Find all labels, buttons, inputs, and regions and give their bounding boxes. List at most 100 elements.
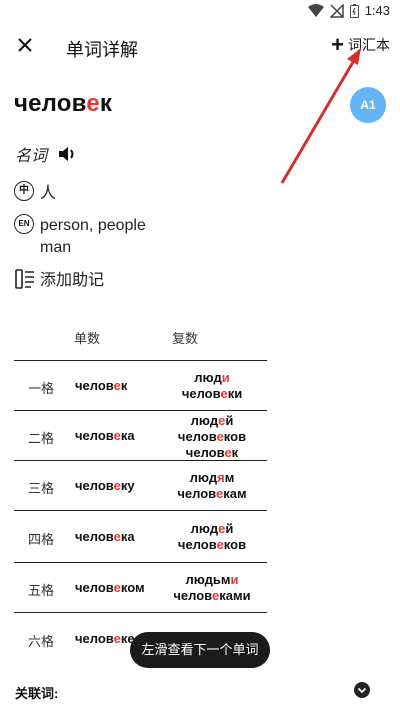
wifi-icon: [307, 3, 324, 17]
word-part: м: [224, 470, 235, 485]
plural-forms: людям человекам: [172, 470, 252, 502]
word-part: челов: [173, 588, 213, 603]
plural-form: людей: [172, 413, 252, 429]
word-part: к: [231, 445, 239, 460]
word-part: челов: [75, 580, 114, 595]
part-of-speech-row: 名词: [15, 142, 77, 166]
headword-stress: е: [86, 90, 100, 117]
stress-letter: е: [113, 478, 121, 493]
singular-form: человек: [75, 378, 127, 393]
word-part: ка: [120, 529, 135, 544]
swipe-hint-toast: 左滑查看下一个单词: [130, 632, 270, 668]
word-part: челов: [177, 537, 217, 552]
declension-header: 单数 复数: [14, 322, 267, 360]
declension-row: 二格 человека людей человеков человек: [14, 410, 267, 460]
singular-form: человеке: [75, 631, 135, 646]
plural-form: людей: [172, 521, 252, 537]
gender-meaning: 人: [40, 185, 57, 202]
speaker-icon[interactable]: [57, 145, 77, 163]
note-edit-icon[interactable]: [14, 268, 36, 290]
word-part: люд: [190, 413, 219, 428]
plural-form: человек: [172, 445, 252, 461]
word-part: челов: [75, 378, 114, 393]
word-part: ками: [219, 588, 251, 603]
word-part: челов: [177, 486, 217, 501]
singular-form: человека: [75, 428, 135, 443]
close-icon[interactable]: [14, 34, 36, 56]
word-part: челов: [177, 429, 217, 444]
word-part: й: [225, 413, 234, 428]
word-part: челов: [75, 529, 114, 544]
case-label: 四格: [28, 532, 55, 547]
translation-row: EN: [14, 214, 34, 234]
declension-row: 四格 человека людей человеков: [14, 510, 267, 562]
page-title: 单词详解: [66, 40, 138, 60]
plural-form: люди: [172, 370, 252, 386]
stress-letter: и: [221, 370, 230, 385]
stress-letter: и: [230, 572, 239, 587]
word-part: ку: [120, 478, 135, 493]
word-part: й: [225, 521, 234, 536]
word-part: люд: [189, 470, 218, 485]
word-part: к: [120, 378, 128, 393]
stress-letter: е: [113, 428, 121, 443]
status-icons: 1:43: [307, 3, 390, 18]
case-label: 二格: [28, 431, 55, 446]
case-label: 三格: [28, 481, 55, 496]
plural-form: человеков: [172, 537, 252, 553]
plural-form: человекам: [172, 486, 252, 502]
stress-letter: е: [113, 631, 121, 646]
word-part: ков: [223, 429, 247, 444]
no-signal-icon: [329, 3, 344, 18]
status-bar: 1:43: [0, 0, 400, 24]
header-singular: 单数: [74, 331, 101, 346]
word-part: челов: [75, 478, 114, 493]
stress-letter: е: [113, 529, 121, 544]
expand-icon[interactable]: [354, 682, 370, 698]
word-part: ков: [223, 537, 247, 552]
case-label: 六格: [28, 634, 55, 649]
add-to-vocabulary-button[interactable]: + 词汇本: [331, 32, 390, 57]
headword-part: челов: [14, 90, 87, 117]
declension-row: 五格 человеком людьми человеками: [14, 562, 267, 612]
plural-forms: людей человеков: [172, 521, 252, 553]
part-of-speech: 名词: [15, 148, 48, 165]
word-part: челов: [181, 386, 221, 401]
plural-form: человеков: [172, 429, 252, 445]
stress-letter: е: [113, 580, 121, 595]
stress-letter: е: [216, 429, 224, 444]
declension-table: 单数 复数 一格 человек люди человеки 二格 человека люд…: [14, 322, 267, 664]
stress-letter: е: [216, 537, 224, 552]
add-to-vocabulary-label: 词汇本: [348, 37, 390, 53]
word-part: люд: [194, 370, 222, 385]
add-mnemonic-button[interactable]: 添加助记: [40, 270, 104, 291]
stress-letter: е: [220, 386, 228, 401]
chevron-down-icon: [357, 687, 367, 694]
singular-form: человеку: [75, 478, 135, 493]
related-words-label: 关联词:: [15, 686, 59, 701]
stress-letter: я: [217, 470, 225, 485]
app-bar: 单词详解 + 词汇本: [0, 24, 400, 70]
level-badge: A1: [350, 87, 386, 123]
case-label: 一格: [28, 381, 55, 396]
word-part: челов: [185, 445, 225, 460]
case-label: 五格: [28, 583, 55, 598]
word-part: людьм: [185, 572, 231, 587]
plural-form: человеки: [172, 386, 252, 402]
word-part: ки: [227, 386, 243, 401]
plural-forms: людей человеков человек: [172, 413, 252, 461]
plural-form: человеками: [172, 588, 252, 604]
gender-row: 中: [14, 181, 34, 201]
gender-icon: 中: [14, 181, 34, 201]
stress-letter: е: [224, 445, 232, 460]
word-part: люд: [190, 521, 219, 536]
stress-letter: е: [113, 378, 121, 393]
battery-icon: [349, 3, 359, 18]
singular-form: человеком: [75, 580, 145, 595]
plus-icon: +: [331, 32, 344, 57]
plural-forms: люди человеки: [172, 370, 252, 402]
english-icon: EN: [14, 214, 34, 234]
plural-forms: людьми человеками: [172, 572, 252, 604]
word-part: челов: [75, 428, 114, 443]
plural-form: людьми: [172, 572, 252, 588]
